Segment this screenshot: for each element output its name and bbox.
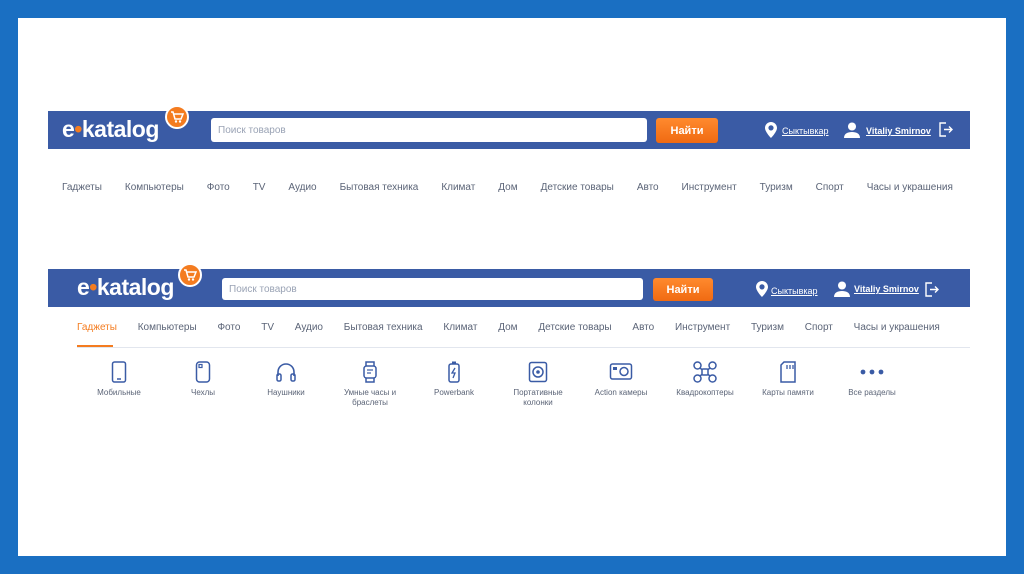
search-button[interactable]: Найти [653, 278, 713, 301]
search-input[interactable]: Поиск товаров [211, 118, 647, 142]
nav-item-watches[interactable]: Часы и украшения [854, 322, 940, 333]
nav-item-audio[interactable]: Аудио [295, 322, 323, 333]
nav-item-tools[interactable]: Инструмент [675, 322, 730, 333]
nav-item-auto[interactable]: Авто [637, 182, 659, 193]
nav-item-appliances[interactable]: Бытовая техника [340, 182, 419, 193]
nav-item-sport[interactable]: Спорт [805, 322, 833, 333]
nav-item-kids[interactable]: Детские товары [538, 322, 611, 333]
nav-item-gadgets-active[interactable]: Гаджеты [77, 322, 117, 333]
headphones-icon [276, 363, 296, 382]
nav-item-photo[interactable]: Фото [217, 322, 240, 333]
search-button[interactable]: Найти [656, 118, 718, 143]
memory-card-icon [780, 361, 796, 383]
nav-item-photo[interactable]: Фото [207, 182, 230, 193]
nav-item-tourism[interactable]: Туризм [760, 182, 793, 193]
speaker-icon [528, 361, 548, 383]
location-pin-icon [756, 281, 768, 297]
nav-item-tools[interactable]: Инструмент [682, 182, 737, 193]
logout-icon[interactable] [939, 122, 953, 137]
battery-icon [448, 361, 460, 383]
subcategory-action-cameras[interactable]: Action камеры [581, 361, 661, 398]
subcategory-speakers[interactable]: Портативные колонки [498, 361, 578, 408]
subcategory-drones[interactable]: Квадрокоптеры [665, 361, 745, 398]
nav-item-computers[interactable]: Компьютеры [138, 322, 197, 333]
nav-item-auto[interactable]: Авто [632, 322, 654, 333]
cart-icon [165, 105, 189, 129]
city-link[interactable]: Сыктывкар [771, 286, 818, 296]
user-name-link[interactable]: Vitaliy Smirnov [854, 284, 919, 294]
nav-item-climate[interactable]: Климат [443, 322, 477, 333]
subcategory-mobile[interactable]: Мобильные [79, 361, 159, 398]
nav-item-home[interactable]: Дом [498, 182, 517, 193]
category-nav-expanded: Гаджеты Компьютеры Фото TV Аудио Бытовая… [77, 322, 940, 333]
logout-icon[interactable] [925, 282, 939, 297]
user-name-link[interactable]: Vitaliy Smirnov [866, 126, 931, 136]
user-avatar-icon [834, 281, 850, 297]
subcategory-cases[interactable]: Чехлы [163, 361, 243, 398]
nav-item-tv[interactable]: TV [261, 322, 274, 333]
nav-item-appliances[interactable]: Бытовая техника [344, 322, 423, 333]
nav-item-sport[interactable]: Спорт [816, 182, 844, 193]
subcategory-headphones[interactable]: Наушники [246, 361, 326, 398]
nav-item-climate[interactable]: Климат [441, 182, 475, 193]
nav-item-tv[interactable]: TV [253, 182, 266, 193]
nav-item-kids[interactable]: Детские товары [541, 182, 614, 193]
smartwatch-icon [363, 361, 377, 383]
nav-divider [77, 347, 970, 348]
search-input[interactable]: Поиск товаров [222, 278, 643, 300]
action-camera-icon [609, 363, 633, 380]
phone-case-icon [195, 361, 211, 383]
subcategory-all[interactable]: Все разделы [832, 361, 912, 398]
logo[interactable]: e•katalog [62, 116, 159, 143]
more-dots-icon [860, 369, 884, 375]
user-avatar-icon [844, 122, 860, 138]
nav-item-tourism[interactable]: Туризм [751, 322, 784, 333]
nav-item-audio[interactable]: Аудио [288, 182, 316, 193]
nav-item-watches[interactable]: Часы и украшения [867, 182, 953, 193]
header-bar-compact: e•katalog Поиск товаров Найти Сыктывкар … [48, 105, 970, 149]
logo[interactable]: e•katalog [77, 274, 174, 301]
category-nav-compact: Гаджеты Компьютеры Фото TV Аудио Бытовая… [62, 182, 953, 193]
location-pin-icon [765, 122, 777, 138]
subcategory-powerbank[interactable]: Powerbank [414, 361, 494, 398]
city-link[interactable]: Сыктывкар [782, 126, 829, 136]
nav-item-home[interactable]: Дом [498, 322, 517, 333]
subcategory-memory-cards[interactable]: Карты памяти [748, 361, 828, 398]
nav-item-gadgets[interactable]: Гаджеты [62, 182, 102, 193]
smartphone-icon [111, 361, 127, 383]
header-bar-expanded: e•katalog Поиск товаров Найти Сыктывкар … [48, 263, 970, 307]
subcategory-smartwatches[interactable]: Умные часы и браслеты [330, 361, 410, 408]
drone-icon [693, 361, 717, 383]
nav-item-computers[interactable]: Компьютеры [125, 182, 184, 193]
cart-icon [178, 263, 202, 287]
